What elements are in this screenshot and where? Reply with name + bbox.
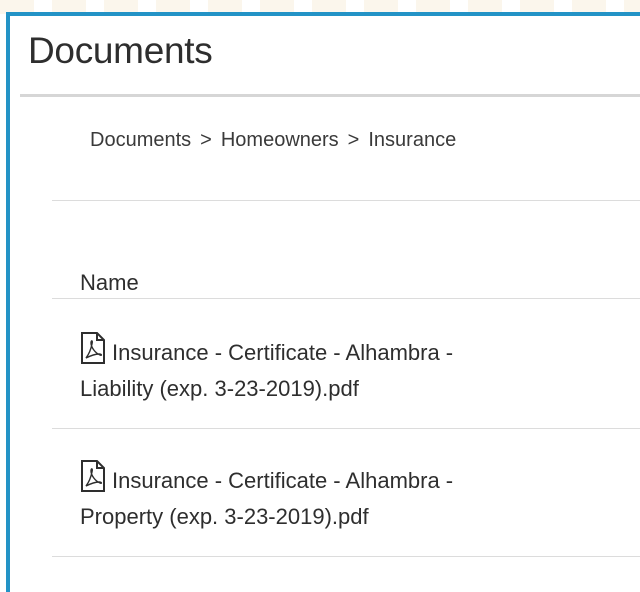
breadcrumb-separator: > — [347, 129, 360, 151]
title-divider — [20, 94, 640, 97]
breadcrumb-item-homeowners[interactable]: Homeowners — [221, 129, 339, 152]
header-divider — [52, 298, 640, 299]
file-row-liability[interactable]: Insurance - Certificate - Alhambra - Lia… — [80, 332, 640, 407]
file-name-line2: Property (exp. 3-23-2019).pdf — [80, 504, 369, 529]
section-divider — [52, 200, 640, 201]
file-row-property[interactable]: Insurance - Certificate - Alhambra - Pro… — [80, 460, 640, 535]
page-title: Documents — [28, 30, 213, 71]
row-divider — [52, 556, 640, 557]
breadcrumb-separator: > — [200, 129, 212, 151]
file-name-line1: Insurance - Certificate - Alhambra - — [112, 340, 454, 365]
file-name-line1: Insurance - Certificate - Alhambra - — [112, 468, 454, 493]
file-name-line2: Liability (exp. 3-23-2019).pdf — [80, 376, 359, 401]
row-divider — [52, 428, 640, 429]
breadcrumb-item-insurance[interactable]: Insurance — [368, 129, 456, 152]
documents-panel: Documents Documents > Homeowners > Insur… — [6, 12, 640, 592]
column-header-name[interactable]: Name — [80, 270, 139, 296]
breadcrumb: Documents > Homeowners > Insurance — [90, 129, 456, 152]
breadcrumb-item-documents[interactable]: Documents — [90, 129, 191, 152]
